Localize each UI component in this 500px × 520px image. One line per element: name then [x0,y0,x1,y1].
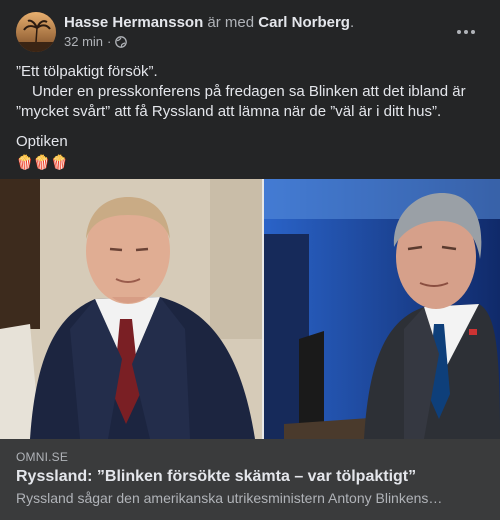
more-options-icon[interactable] [452,20,480,44]
globe-icon[interactable] [115,35,128,48]
post-line-1: ”Ett tölpaktigt försök”. [16,63,158,80]
link-preview-image[interactable] [0,179,500,439]
left-photo [0,179,262,439]
right-photo [264,179,500,439]
tagged-suffix: . [349,14,355,31]
link-headline[interactable]: Ryssland: ”Blinken försökte skämta – var… [16,468,486,486]
post-meta: 32 min · [64,34,128,49]
post-header: Hasse Hermansson är med Carl Norberg. 32… [16,12,486,52]
facebook-post: Hasse Hermansson är med Carl Norberg. 32… [0,0,500,520]
post-time[interactable]: 32 min [64,34,103,49]
link-preview[interactable]: OMNI.SE Ryssland: ”Blinken försökte skäm… [0,439,500,520]
author-name[interactable]: Hasse Hermansson [64,14,203,31]
link-domain: OMNI.SE [16,450,69,464]
meta-separator: · [107,34,112,49]
post-line-2: Under en presskonferens på fredagen sa B… [16,83,466,120]
post-author-line: Hasse Hermansson är med Carl Norberg. [64,13,354,32]
author-avatar[interactable] [16,12,56,52]
post-text: ”Ett tölpaktigt försök”. Under en pressk… [16,62,486,172]
link-description: Ryssland sågar den amerikanska utrikesmi… [16,490,443,506]
tagged-name[interactable]: Carl Norberg [258,14,350,31]
post-line-3: Optiken [16,133,68,150]
with-text: är med [207,14,255,31]
popcorn-emojis: 🍿🍿🍿 [16,154,69,170]
